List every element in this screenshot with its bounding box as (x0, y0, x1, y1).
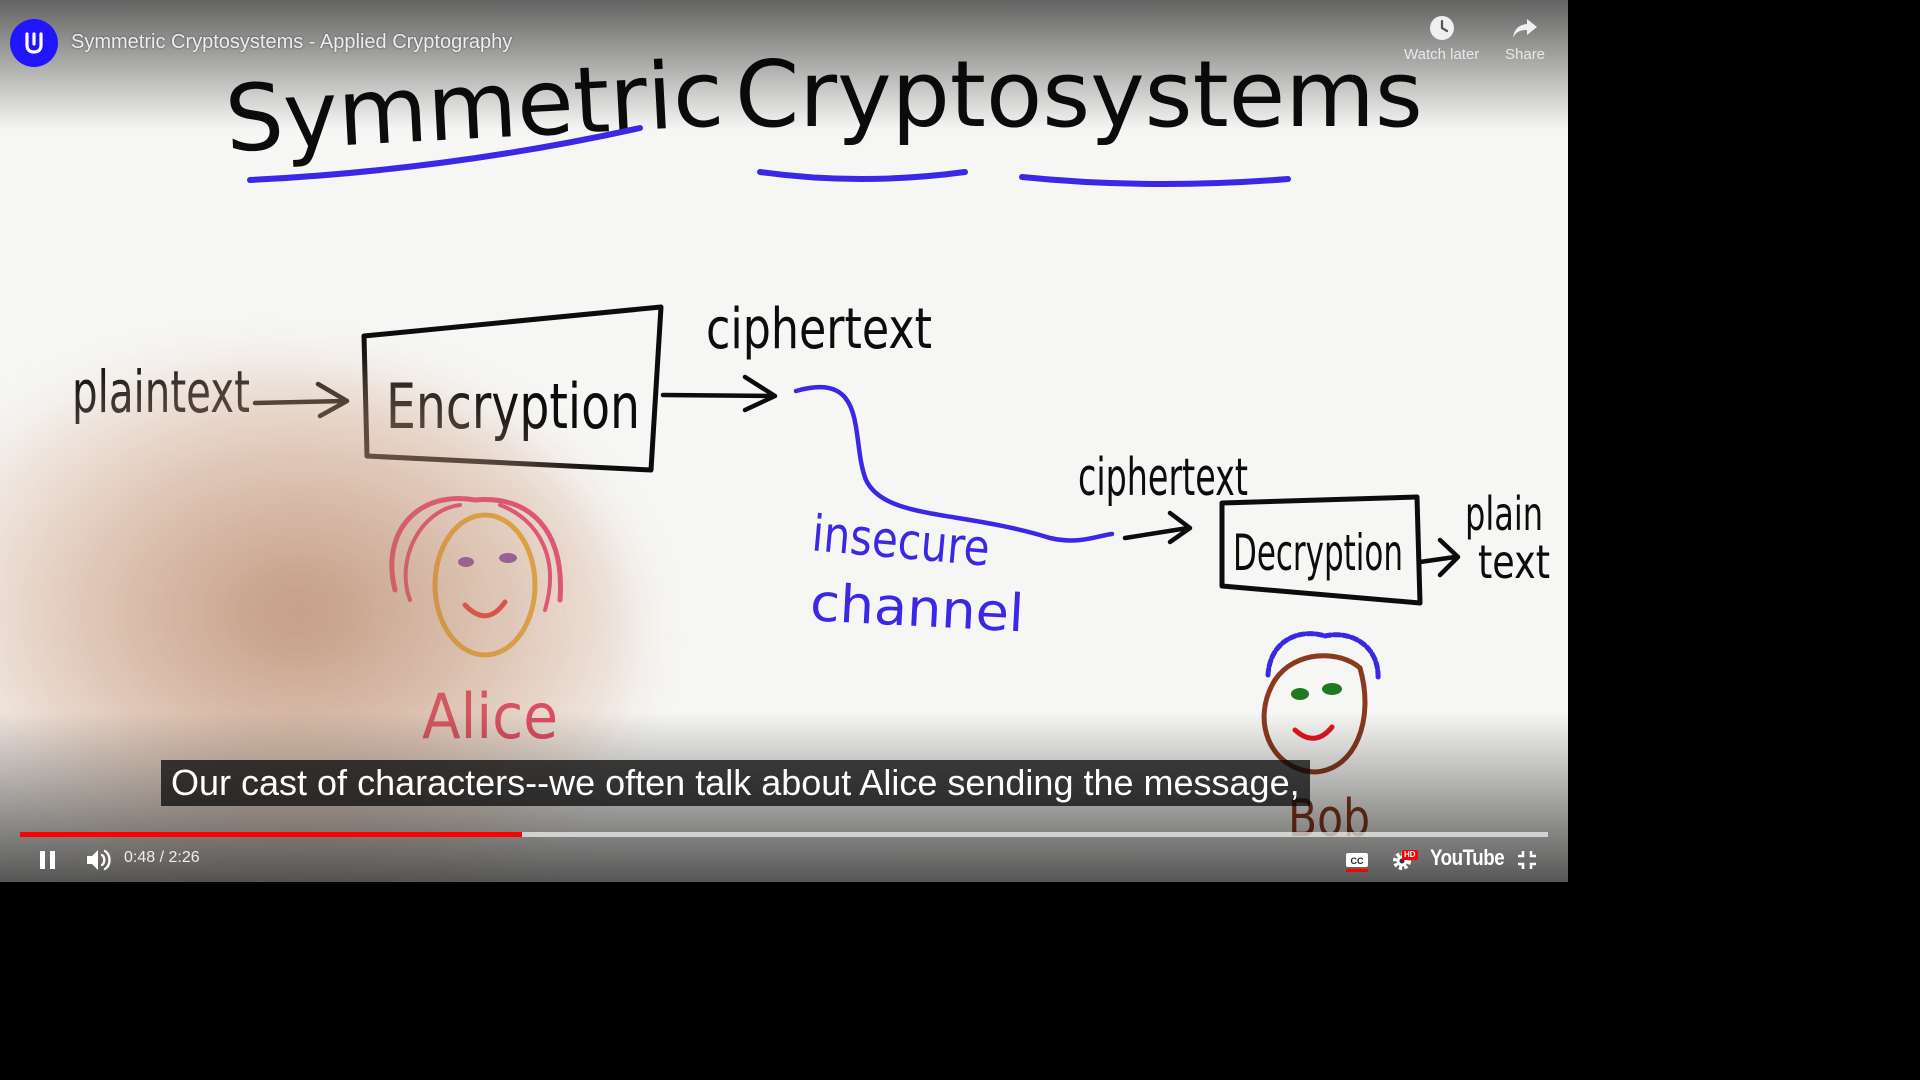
time-display: 0:48 / 2:26 (124, 849, 200, 867)
udacity-logo-icon (25, 32, 43, 54)
label-encryption: Encryption (386, 370, 640, 443)
channel-avatar[interactable] (10, 19, 58, 67)
hd-badge: HD (1402, 850, 1418, 860)
pause-icon (40, 851, 55, 869)
share-button[interactable]: Share (1505, 14, 1545, 63)
pause-button[interactable] (30, 844, 66, 876)
label-plain: plain (1465, 487, 1543, 541)
time-separator: / (155, 849, 169, 866)
arrow-plaintext (252, 398, 348, 406)
label-alice: Alice (422, 680, 558, 753)
video-title[interactable]: Symmetric Cryptosystems - Applied Crypto… (71, 31, 512, 54)
current-time: 0:48 (124, 849, 156, 866)
clock-icon (1429, 16, 1454, 40)
caption-text: Our cast of characters--we often talk ab… (161, 760, 1310, 806)
label-ciphertext-2: ciphertext (1078, 448, 1248, 508)
label-decryption: Decryption (1233, 524, 1403, 582)
progress-played (20, 832, 523, 837)
closed-captions-icon: CC (1346, 853, 1368, 872)
share-label: Share (1505, 46, 1546, 63)
video-frame[interactable]: Symmetric Cryptosystems plaintext Encryp… (0, 0, 1568, 882)
label-ciphertext-1: ciphertext (706, 297, 932, 362)
progress-bar[interactable] (20, 832, 1548, 837)
exit-fullscreen-icon (1518, 851, 1536, 869)
arrow-encryption-out (660, 392, 775, 399)
label-plaintext: plaintext (72, 358, 250, 426)
subtitles-button[interactable]: CC (1340, 846, 1374, 876)
share-icon (1513, 19, 1538, 38)
watch-later-label: Watch later (1404, 46, 1480, 63)
video-player[interactable]: Symmetric Cryptosystems plaintext Encryp… (0, 0, 1568, 882)
label-text: text (1478, 535, 1550, 589)
heading-cryptosystems: Cryptosystems (735, 41, 1423, 148)
watch-later-button[interactable]: Watch later (1404, 14, 1479, 63)
label-channel: channel (809, 573, 1026, 644)
volume-icon (87, 849, 111, 871)
svg-text:CC: CC (1351, 856, 1364, 866)
exit-fullscreen-button[interactable] (1510, 844, 1544, 876)
duration: 2:26 (168, 849, 200, 866)
youtube-logo[interactable]: YouTube (1430, 845, 1505, 871)
volume-button[interactable] (80, 844, 116, 876)
